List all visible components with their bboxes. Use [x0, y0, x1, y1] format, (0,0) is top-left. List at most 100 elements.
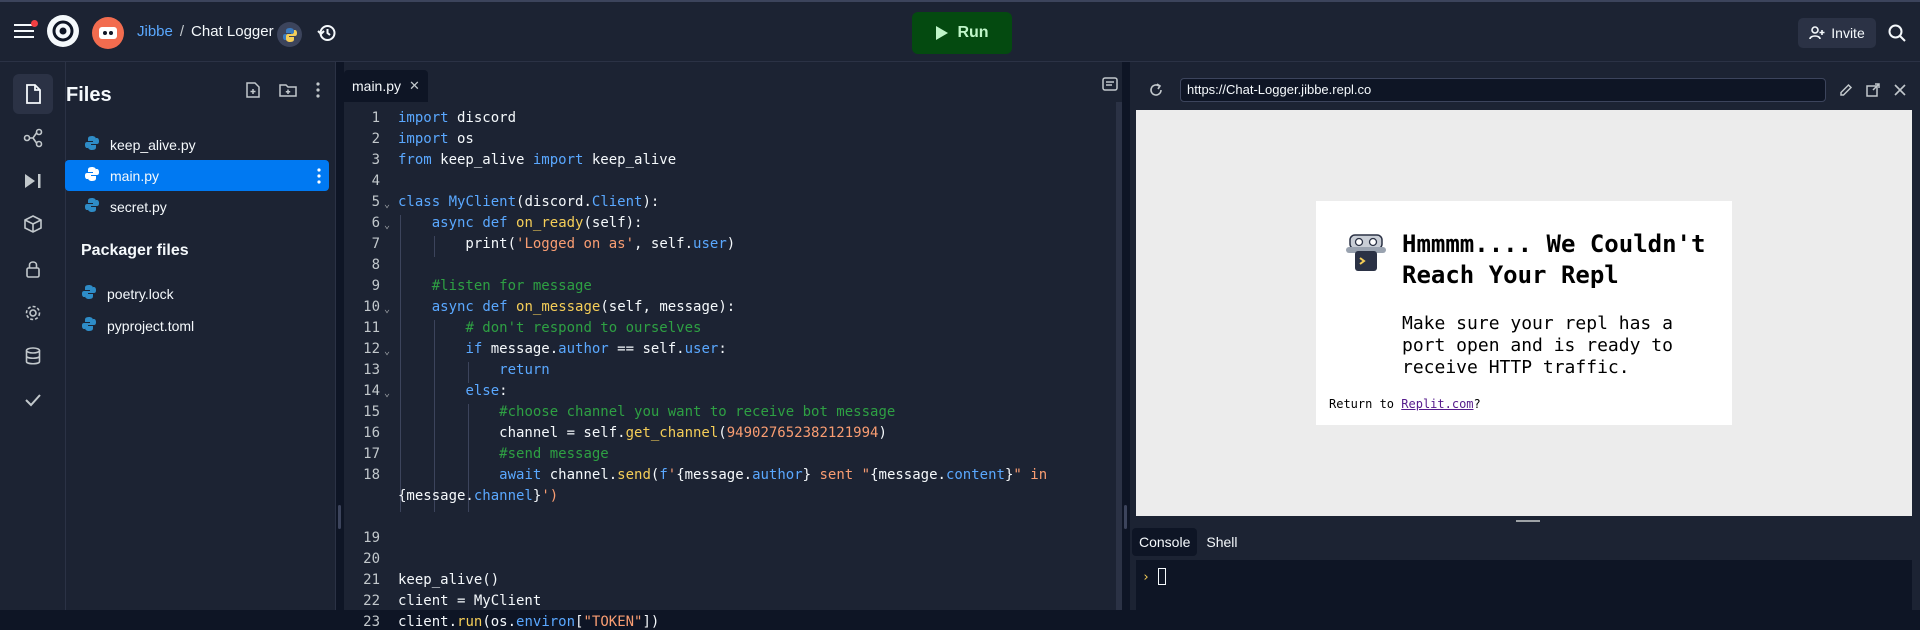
code-line: channel = self.get_channel(9490276523821…	[398, 425, 887, 441]
invite-button[interactable]: Invite	[1798, 18, 1876, 48]
file-item-main[interactable]: main.py	[65, 160, 329, 191]
line-number: 13	[363, 362, 380, 378]
replit-link[interactable]: Replit.com	[1401, 397, 1473, 411]
top-bar: Jibbe / Chat Logger Run Invite	[0, 0, 1920, 62]
files-tool-icon[interactable]	[13, 74, 53, 114]
tab-main-py[interactable]: main.py ✕	[344, 70, 428, 102]
tab-shell[interactable]: Shell	[1199, 528, 1244, 556]
line-number: 22	[363, 593, 380, 609]
packages-icon[interactable]	[13, 204, 53, 244]
line-number: 14	[363, 383, 380, 399]
url-bar: https://Chat-Logger.jibbe.repl.co	[1130, 74, 1920, 106]
file-item-label: pyproject.toml	[107, 317, 195, 334]
file-item-label: main.py	[110, 167, 160, 184]
python-file-icon	[84, 135, 100, 154]
line-number: 17	[363, 446, 380, 462]
add-user-icon	[1809, 26, 1825, 40]
line-number: 1	[371, 110, 380, 126]
invite-button-label: Invite	[1831, 25, 1865, 41]
history-icon[interactable]	[310, 16, 344, 50]
code-area[interactable]: 1 2 3 4 5 6 7 8 9 10 11 12 13 14 15 16 1…	[344, 102, 1114, 630]
fold-chevron-icon[interactable]: ⌄	[384, 346, 390, 357]
file-options-icon[interactable]	[317, 168, 321, 187]
more-options-icon[interactable]	[306, 78, 330, 102]
editor-scrollbar[interactable]	[1116, 102, 1122, 610]
code-line: keep_alive()	[398, 572, 500, 588]
code-line: #choose channel you want to receive bot …	[499, 404, 896, 420]
code-line: async def on_ready(self):	[431, 215, 643, 231]
line-number: 3	[371, 152, 380, 168]
tab-label: main.py	[352, 78, 402, 94]
tool-rail	[0, 62, 66, 610]
fold-chevron-icon[interactable]: ⌄	[384, 388, 390, 399]
error-title: Hmmmm.... We Couldn't Reach Your Repl	[1402, 230, 1706, 289]
editor-settings-icon[interactable]	[1100, 74, 1120, 94]
file-item-label: secret.py	[110, 198, 167, 215]
line-number: 23	[363, 614, 380, 630]
repl-name[interactable]: Chat Logger	[191, 23, 274, 40]
python-language-icon[interactable]	[277, 22, 302, 47]
file-item-secret[interactable]: secret.py	[65, 191, 329, 222]
webview-viewport[interactable]: Hmmmm.... We Couldn't Reach Your Repl Ma…	[1136, 110, 1912, 516]
line-number: 8	[371, 257, 380, 273]
edit-pencil-icon[interactable]	[1836, 80, 1856, 100]
python-file-icon	[81, 284, 97, 303]
panel-resize-handle[interactable]	[1124, 505, 1127, 529]
play-icon	[936, 26, 949, 40]
search-icon[interactable]	[1880, 16, 1914, 50]
close-webview-icon[interactable]	[1890, 80, 1910, 100]
line-number: 21	[363, 572, 380, 588]
line-number: 10	[363, 299, 380, 315]
file-item-keep-alive[interactable]: keep_alive.py	[65, 129, 329, 160]
menu-icon[interactable]	[7, 14, 41, 48]
secrets-lock-icon[interactable]	[13, 249, 53, 289]
file-item-label: poetry.lock	[107, 285, 174, 302]
error-card: Hmmmm.... We Couldn't Reach Your Repl Ma…	[1316, 201, 1732, 425]
user-avatar[interactable]	[92, 17, 124, 49]
code-editor-pane: main.py ✕ 1 2 3 4 5 6 7 8 9 10 11 12 13 …	[344, 62, 1122, 630]
git-icon[interactable]	[13, 118, 53, 158]
code-line: else:	[465, 383, 508, 399]
debugger-icon[interactable]	[13, 161, 53, 201]
fold-chevron-icon[interactable]: ⌄	[384, 304, 390, 315]
line-number: 18	[363, 467, 380, 483]
database-icon[interactable]	[13, 336, 53, 376]
notification-dot	[31, 20, 38, 27]
breadcrumb-user-link[interactable]: Jibbe	[137, 23, 173, 40]
settings-gear-icon[interactable]	[13, 293, 53, 333]
fold-chevron-icon[interactable]: ⌄	[384, 220, 390, 231]
line-number: 6	[371, 215, 380, 231]
fold-chevron-icon[interactable]: ⌄	[384, 199, 390, 210]
run-button[interactable]: Run	[912, 12, 1012, 54]
editor-tab-bar: main.py ✕	[344, 62, 1122, 102]
code-line: import os	[398, 131, 474, 147]
file-item-poetry-lock[interactable]: poetry.lock	[81, 278, 345, 309]
open-new-tab-icon[interactable]	[1863, 80, 1883, 100]
error-message: Make sure your repl has a port open and …	[1402, 313, 1673, 378]
file-item-pyproject[interactable]: pyproject.toml	[81, 310, 345, 341]
close-tab-icon[interactable]: ✕	[409, 78, 420, 94]
console-output[interactable]: ›	[1136, 560, 1912, 610]
new-folder-icon[interactable]	[276, 78, 300, 102]
run-button-label: Run	[957, 24, 989, 41]
line-number: 11	[363, 320, 380, 336]
replit-logo-icon[interactable]	[47, 15, 79, 47]
url-input[interactable]: https://Chat-Logger.jibbe.repl.co	[1180, 78, 1826, 102]
new-file-icon[interactable]	[241, 78, 265, 102]
line-number: 12	[363, 341, 380, 357]
breadcrumb-separator: /	[179, 23, 185, 40]
reload-icon[interactable]	[1146, 80, 1166, 100]
error-footer: Return to Replit.com?	[1329, 397, 1481, 411]
code-line: # don't respond to ourselves	[465, 320, 702, 336]
robot-icon	[1344, 231, 1388, 275]
code-line: print('Logged on as', self.user)	[398, 236, 736, 252]
line-number: 20	[363, 551, 380, 567]
code-line: #send message	[499, 446, 609, 462]
line-number: 2	[371, 131, 380, 147]
panel-resize-handle[interactable]	[338, 505, 341, 529]
unit-tests-check-icon[interactable]	[13, 380, 53, 420]
console-resize-handle[interactable]	[1516, 520, 1540, 522]
line-number: 7	[371, 236, 380, 252]
tab-console[interactable]: Console	[1132, 528, 1198, 556]
footer-suffix: ?	[1473, 397, 1481, 411]
